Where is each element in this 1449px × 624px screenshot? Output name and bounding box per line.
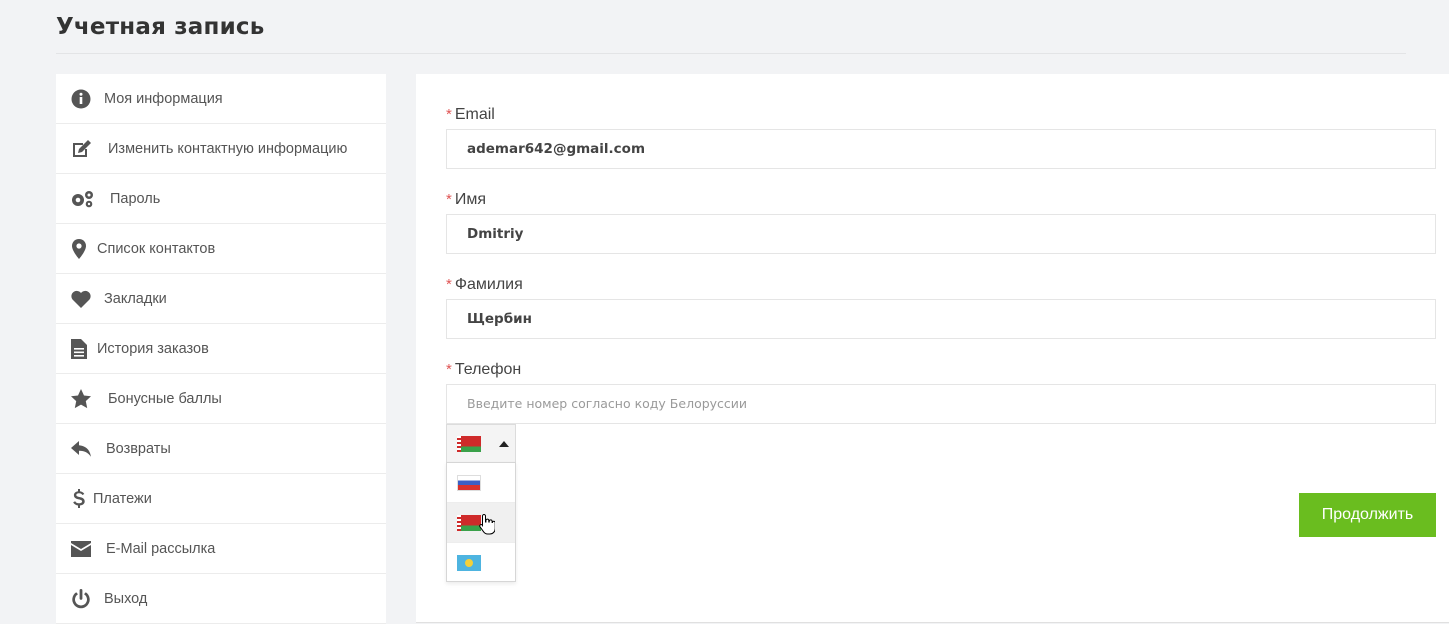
sidebar-item-edit-contact[interactable]: Изменить контактную информацию xyxy=(56,124,386,174)
required-mark: * xyxy=(446,106,452,123)
dollar-icon xyxy=(70,488,88,510)
country-code-dropdown xyxy=(446,462,516,582)
sidebar-item-label: Выход xyxy=(104,590,148,607)
page-title: Учетная запись xyxy=(56,14,265,40)
sidebar-item-label: История заказов xyxy=(97,340,209,357)
hand-cursor-icon xyxy=(479,513,495,535)
russia-flag-icon xyxy=(457,474,481,491)
account-sidebar: Моя информация Изменить контактную инфор… xyxy=(56,74,386,624)
belarus-flag-icon xyxy=(457,435,481,452)
sidebar-item-payments[interactable]: Платежи xyxy=(56,474,386,524)
document-icon xyxy=(70,338,88,360)
star-icon xyxy=(70,388,92,410)
sidebar-item-label: Платежи xyxy=(93,490,152,507)
last-name-field[interactable] xyxy=(446,299,1436,339)
required-mark: * xyxy=(446,191,452,208)
kazakhstan-flag-icon xyxy=(457,555,481,571)
country-option-belarus[interactable] xyxy=(447,503,515,543)
last-name-label: * Фамилия xyxy=(446,276,523,293)
sidebar-item-logout[interactable]: Выход xyxy=(56,574,386,624)
envelope-icon xyxy=(70,538,92,560)
sidebar-item-contacts[interactable]: Список контактов xyxy=(56,224,386,274)
power-icon xyxy=(70,588,92,610)
map-marker-icon xyxy=(70,238,88,260)
reply-icon xyxy=(70,438,92,460)
required-mark: * xyxy=(446,361,452,378)
gears-icon xyxy=(70,188,96,210)
sidebar-item-label: Бонусные баллы xyxy=(108,390,222,407)
info-icon xyxy=(70,88,92,110)
phone-field[interactable] xyxy=(446,384,1436,424)
belarus-flag-icon xyxy=(457,514,481,531)
sidebar-item-bonus-points[interactable]: Бонусные баллы xyxy=(56,374,386,424)
sidebar-item-label: Возвраты xyxy=(106,440,171,457)
email-field[interactable] xyxy=(446,129,1436,169)
continue-button[interactable]: Продолжить xyxy=(1299,493,1436,537)
sidebar-item-order-history[interactable]: История заказов xyxy=(56,324,386,374)
sidebar-item-label: E-Mail рассылка xyxy=(106,540,216,557)
caret-up-icon xyxy=(499,440,509,447)
required-mark: * xyxy=(446,276,452,293)
sidebar-item-label: Список контактов xyxy=(97,240,216,257)
sidebar-item-my-info[interactable]: Моя информация xyxy=(56,74,386,124)
country-code-select[interactable] xyxy=(446,424,516,463)
edit-icon xyxy=(70,138,94,160)
country-option-kazakhstan[interactable] xyxy=(447,543,515,583)
sidebar-item-label: Изменить контактную информацию xyxy=(108,140,348,157)
sidebar-item-newsletter[interactable]: E-Mail рассылка xyxy=(56,524,386,574)
sidebar-item-label: Моя информация xyxy=(104,90,223,107)
sidebar-item-password[interactable]: Пароль xyxy=(56,174,386,224)
country-option-russia[interactable] xyxy=(447,463,515,503)
first-name-label: * Имя xyxy=(446,191,487,208)
sidebar-item-label: Закладки xyxy=(104,290,167,307)
sidebar-item-returns[interactable]: Возвраты xyxy=(56,424,386,474)
sidebar-item-bookmarks[interactable]: Закладки xyxy=(56,274,386,324)
sidebar-item-label: Пароль xyxy=(110,190,161,207)
first-name-field[interactable] xyxy=(446,214,1436,254)
title-divider xyxy=(56,53,1406,54)
email-label: * Email xyxy=(446,106,495,123)
phone-label: * Телефон xyxy=(446,361,522,378)
account-form-panel: *Email *Имя *Фамилия *Телефон Продолжить xyxy=(416,74,1449,623)
heart-icon xyxy=(70,288,92,310)
